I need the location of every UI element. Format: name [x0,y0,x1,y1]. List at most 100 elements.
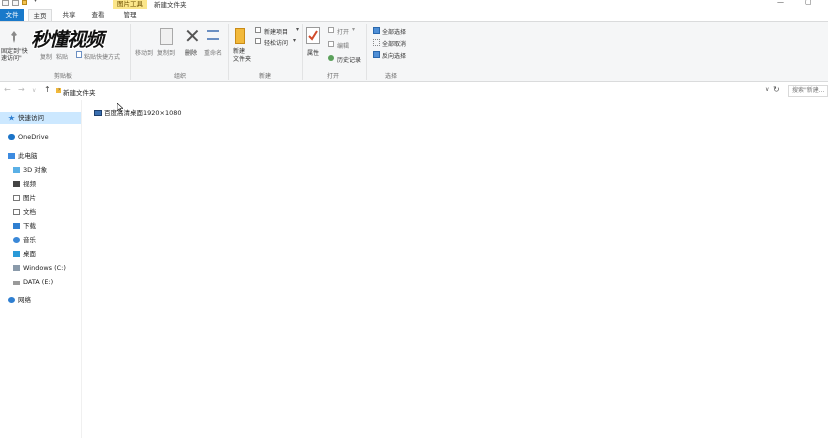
search-input[interactable]: 搜索"新建... [788,85,828,97]
invert-selection-icon [373,51,380,58]
history-button[interactable]: 历史记录 [337,55,361,64]
tab-manage[interactable]: 管理 [117,9,143,21]
group-divider [366,24,367,80]
qat-dropdown-icon[interactable]: ▾ [34,0,37,4]
properties-button[interactable]: 属性 [307,48,319,57]
picture-icon [13,195,20,201]
new-item-icon [255,27,261,33]
nav-item-drive-c[interactable]: Windows (C:) [0,262,81,274]
nav-label: 文档 [23,208,36,216]
address-bar-row [0,84,828,99]
open-button[interactable]: 打开 [337,27,349,36]
select-group-label: 选择 [384,73,397,80]
tab-share[interactable]: 共享 [57,9,81,21]
copy-button[interactable]: 复制 [40,52,52,61]
forward-button-icon[interactable]: → [18,85,25,94]
mouse-cursor-icon [116,102,124,114]
list-item[interactable]: 百度高清桌面1920×1080 [94,107,182,117]
open-group-label: 打开 [326,73,339,80]
star-icon [8,115,15,121]
open-icon [328,27,334,33]
folder-icon[interactable] [2,0,9,6]
nav-item-network[interactable]: 网络 [0,294,81,306]
music-icon [13,237,20,243]
nav-label: 图片 [23,194,36,202]
nav-item-onedrive[interactable]: OneDrive [0,131,81,143]
computer-icon [8,153,15,159]
nav-item-music[interactable]: 音乐 [0,234,81,246]
tab-file[interactable]: 文件 [0,9,24,21]
drive-icon [13,281,20,285]
delete-icon: ✕ [184,24,201,48]
nav-label: 网络 [18,296,31,304]
new-folder-button[interactable]: 新建 文件夹 [233,48,251,64]
nav-item-3d-objects[interactable]: 3D 对象 [0,164,81,176]
new-item-dropdown-icon[interactable]: ▾ [296,26,299,33]
network-icon [8,297,15,303]
nav-item-pictures[interactable]: 图片 [0,192,81,204]
edit-icon [328,41,334,47]
paste-shortcut-button[interactable]: 粘贴快捷方式 [84,52,120,61]
nav-label: DATA (E:) [23,278,54,286]
clipboard-group-label: 剪贴板 [53,73,72,80]
back-button-icon[interactable]: ← [4,85,11,94]
pin-to-quick-access-button[interactable]: 固定到"快速访问" [1,48,31,62]
nav-item-videos[interactable]: 视频 [0,178,81,190]
tab-home[interactable]: 主页 [28,9,52,21]
desktop-icon [13,251,20,257]
nav-item-drive-e[interactable]: DATA (E:) [0,276,81,288]
edit-button[interactable]: 编辑 [337,41,349,50]
new-item-button[interactable]: 新建项目 [264,27,288,36]
invert-selection-button[interactable]: 反向选择 [382,51,406,60]
nav-item-desktop[interactable]: 桌面 [0,248,81,260]
nav-item-this-pc[interactable]: 此电脑 [0,150,81,162]
address-dropdown-icon[interactable]: ∨ [765,86,769,93]
group-divider [130,24,131,80]
nav-item-downloads[interactable]: 下载 [0,220,81,232]
minimize-button[interactable]: — [777,0,784,6]
refresh-icon[interactable]: ↻ [773,85,780,94]
easy-access-icon [255,38,261,44]
breadcrumb-chevron-icon[interactable]: › [58,86,60,93]
new-group-label: 新建 [258,73,271,80]
ribbon [0,21,828,82]
nav-label: 3D 对象 [23,166,48,174]
properties-icon [306,27,320,44]
breadcrumb[interactable]: 新建文件夹 [63,87,96,97]
move-to-button[interactable]: 移动到 [135,48,153,57]
recent-locations-icon[interactable]: ∨ [32,87,36,94]
window-title: 新建文件夹 [154,1,187,9]
copy-to-button[interactable]: 复制到 [157,48,175,57]
nav-label: 下载 [23,222,36,230]
easy-access-button[interactable]: 轻松访问 [264,38,288,47]
document-icon [13,209,20,215]
rename-button[interactable]: 重命名 [204,48,222,57]
select-none-button[interactable]: 全部取消 [382,39,406,48]
select-all-button[interactable]: 全部选择 [382,27,406,36]
nav-label: Windows (C:) [23,264,66,272]
maximize-button[interactable]: ▢ [805,0,812,6]
copy-to-icon [160,28,173,45]
nav-label: 视频 [23,180,36,188]
pin-icon [8,30,20,46]
nav-item-quick-access[interactable]: 快速访问 [0,112,81,124]
new-folder-quick-icon[interactable] [22,0,27,5]
properties-quick-icon[interactable] [12,0,19,6]
nav-label: 此电脑 [18,152,38,160]
new-folder-icon [235,28,245,44]
image-file-icon [94,110,102,116]
easy-access-dropdown-icon[interactable]: ▾ [293,37,296,44]
up-button-icon[interactable]: ↑ [44,85,51,94]
picture-tools-context-tab: 图片工具 [113,0,147,9]
paste-button[interactable]: 粘贴 [56,52,68,61]
tab-view[interactable]: 查看 [86,9,110,21]
delete-button[interactable]: 删除 [185,48,197,57]
nav-label: 桌面 [23,250,36,258]
watermark-logo: 秒懂视频 [31,29,104,51]
group-divider [228,24,229,80]
open-dropdown-icon[interactable]: ▾ [352,26,355,33]
download-icon [13,223,20,229]
cloud-icon [8,134,15,140]
nav-item-documents[interactable]: 文档 [0,206,81,218]
select-all-icon [373,27,380,34]
